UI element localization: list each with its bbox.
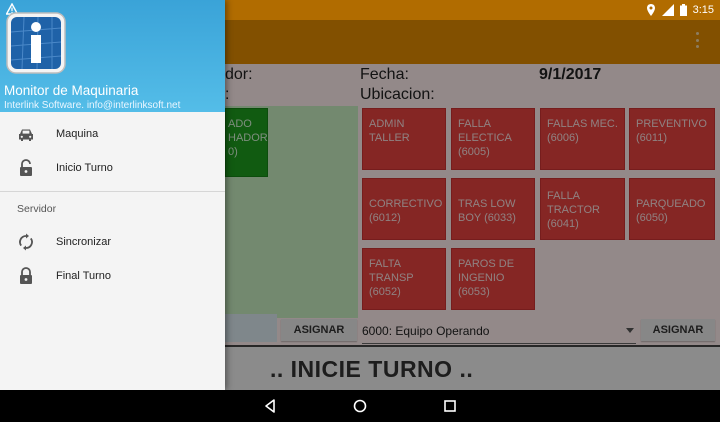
navigation-drawer: Monitor de Maquinaria Interlink Software…: [0, 0, 225, 390]
menu-item-sincronizar[interactable]: Sincronizar: [0, 226, 225, 260]
menu-item-maquina[interactable]: Maquina: [0, 118, 225, 152]
recents-icon[interactable]: [442, 398, 458, 414]
unlock-icon: [20, 159, 32, 176]
system-nav-bar: [0, 390, 720, 422]
battery-icon: [679, 4, 687, 16]
section-label-servidor: Servidor: [17, 203, 57, 215]
app-logo-icon: [6, 12, 66, 74]
drawer-subtitle: Interlink Software. info@interlinksoft.n…: [4, 100, 181, 111]
location-icon: [646, 4, 655, 16]
signal-icon: [661, 4, 674, 16]
home-icon[interactable]: [352, 398, 368, 414]
menu-label-final-turno: Final Turno: [56, 270, 112, 282]
menu-label-maquina: Maquina: [56, 128, 99, 140]
menu-label-sincronizar: Sincronizar: [56, 236, 112, 248]
clock: 3:15: [692, 4, 714, 16]
drawer-header: Monitor de Maquinaria Interlink Software…: [0, 0, 225, 112]
sync-icon: [19, 233, 33, 251]
menu-item-final-turno[interactable]: Final Turno: [0, 260, 225, 294]
screen: dor: : Fecha: 9/1/2017 Ubicacion: ADO HA…: [0, 0, 720, 422]
menu-label-inicio-turno: Inicio Turno: [56, 162, 113, 174]
car-icon: [19, 129, 33, 141]
drawer-title: Monitor de Maquinaria: [4, 83, 139, 98]
drawer-divider: [0, 191, 225, 192]
back-icon[interactable]: [262, 398, 278, 414]
lock-icon: [20, 267, 32, 284]
menu-item-inicio-turno[interactable]: Inicio Turno: [0, 152, 225, 186]
